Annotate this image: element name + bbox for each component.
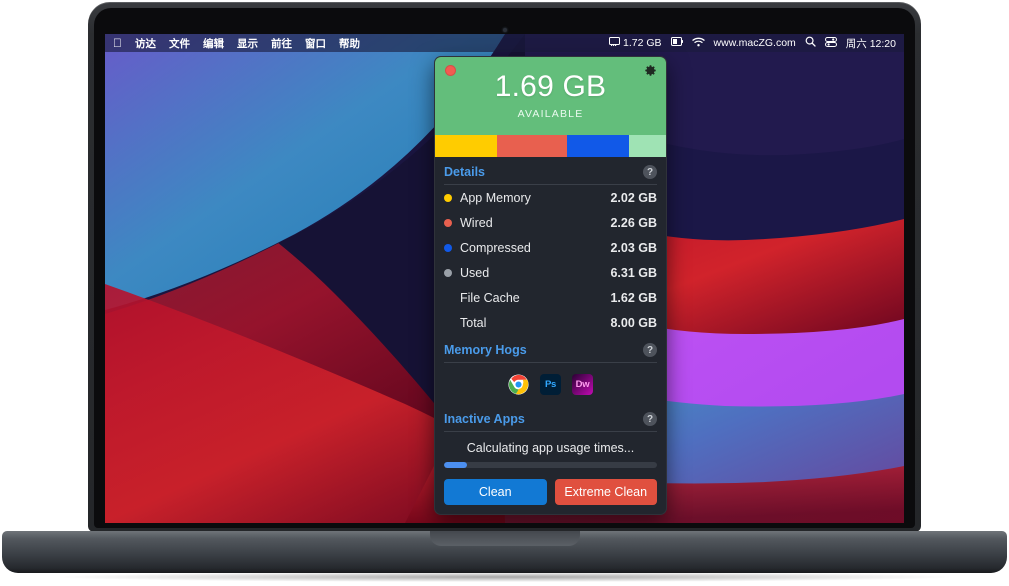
detail-row-value: 2.03 GB xyxy=(610,241,657,255)
menu-bar-clock[interactable]: 周六 12:20 xyxy=(846,36,896,51)
dreamweaver-icon[interactable]: Dw xyxy=(572,374,593,395)
extreme-clean-button[interactable]: Extreme Clean xyxy=(555,479,658,505)
detail-row-dot xyxy=(444,269,452,277)
detail-row-dot xyxy=(444,244,452,252)
memory-cleaner-panel: 1.69 GB AVAILABLE Details ? App Memory2.… xyxy=(434,56,667,515)
detail-row-label: App Memory xyxy=(460,191,610,205)
menu-item-view[interactable]: 显示 xyxy=(237,36,258,51)
battery-icon[interactable] xyxy=(671,37,683,49)
detail-row: App Memory2.02 GB xyxy=(444,185,657,210)
detail-row-value: 2.02 GB xyxy=(610,191,657,205)
inactive-apps-progress-bar xyxy=(444,462,657,468)
webcam-icon xyxy=(503,28,507,32)
menu-item-file[interactable]: 文件 xyxy=(169,36,190,51)
inactive-apps-section-header: Inactive Apps ? xyxy=(444,404,657,431)
segment-wired xyxy=(497,135,566,157)
menu-item-help[interactable]: 帮助 xyxy=(339,36,360,51)
inactive-apps-title: Inactive Apps xyxy=(444,412,525,426)
menu-extra-site[interactable]: www.macZG.com xyxy=(714,37,796,49)
memory-hogs-title: Memory Hogs xyxy=(444,343,527,357)
panel-body: Details ? App Memory2.02 GBWired2.26 GBC… xyxy=(435,157,666,514)
wifi-icon[interactable] xyxy=(692,37,705,50)
memory-menu-extra[interactable]: 1.72 GB xyxy=(609,37,662,49)
segment-compressed xyxy=(567,135,629,157)
details-help-icon[interactable]: ? xyxy=(643,165,657,179)
screenshot-stage: MacZG.com xyxy=(0,0,1009,586)
search-icon[interactable] xyxy=(805,36,816,50)
laptop-shadow xyxy=(60,572,949,582)
menu-item-edit[interactable]: 编辑 xyxy=(203,36,224,51)
memory-hogs-section-header: Memory Hogs ? xyxy=(444,335,657,362)
memory-hogs-help-icon[interactable]: ? xyxy=(643,343,657,357)
panel-actions: Clean Extreme Clean xyxy=(444,479,657,505)
available-memory-label: AVAILABLE xyxy=(518,108,584,120)
menu-item-finder[interactable]: 访达 xyxy=(135,36,156,51)
detail-row: Total8.00 GB xyxy=(444,310,657,335)
details-section-header: Details ? xyxy=(444,157,657,184)
memory-hogs-app-list: Ps Dw xyxy=(444,363,657,404)
detail-row-label: File Cache xyxy=(460,291,610,305)
apple-menu-icon[interactable]:  xyxy=(113,37,122,49)
detail-row-value: 1.62 GB xyxy=(610,291,657,305)
menu-bar:  访达 文件 编辑 显示 前往 窗口 帮助 1.72 GB xyxy=(105,34,904,52)
memory-segment-bar xyxy=(435,135,666,157)
segment-app-memory xyxy=(435,135,497,157)
available-memory-value: 1.69 GB xyxy=(495,72,606,102)
control-center-icon[interactable] xyxy=(825,37,837,50)
detail-row-label: Wired xyxy=(460,216,610,230)
details-title: Details xyxy=(444,165,485,179)
chrome-icon[interactable] xyxy=(508,374,529,395)
detail-row-dot xyxy=(444,219,452,227)
details-rows: App Memory2.02 GBWired2.26 GBCompressed2… xyxy=(444,185,657,335)
clean-button[interactable]: Clean xyxy=(444,479,547,505)
detail-row-value: 8.00 GB xyxy=(610,316,657,330)
detail-row-dot xyxy=(444,294,452,302)
laptop-base xyxy=(2,531,1007,573)
menu-item-window[interactable]: 窗口 xyxy=(305,36,326,51)
segment-free xyxy=(629,135,666,157)
panel-header: 1.69 GB AVAILABLE xyxy=(435,57,666,135)
laptop-base-notch xyxy=(430,531,580,546)
detail-row: Used6.31 GB xyxy=(444,260,657,285)
close-icon[interactable] xyxy=(445,65,456,76)
desktop-screen:  访达 文件 编辑 显示 前往 窗口 帮助 1.72 GB xyxy=(105,34,904,523)
detail-row-value: 2.26 GB xyxy=(610,216,657,230)
gear-icon[interactable] xyxy=(644,64,657,77)
detail-row-dot xyxy=(444,319,452,327)
inactive-apps-help-icon[interactable]: ? xyxy=(643,412,657,426)
photoshop-icon[interactable]: Ps xyxy=(540,374,561,395)
detail-row-label: Total xyxy=(460,316,610,330)
detail-row-value: 6.31 GB xyxy=(610,266,657,280)
detail-row: File Cache1.62 GB xyxy=(444,285,657,310)
detail-row-label: Used xyxy=(460,266,610,280)
detail-row: Compressed2.03 GB xyxy=(444,235,657,260)
detail-row: Wired2.26 GB xyxy=(444,210,657,235)
detail-row-label: Compressed xyxy=(460,241,610,255)
progress-fill xyxy=(444,462,467,468)
memory-monitor-icon xyxy=(609,37,620,49)
memory-menu-value: 1.72 GB xyxy=(623,37,662,49)
detail-row-dot xyxy=(444,194,452,202)
inactive-apps-status-text: Calculating app usage times... xyxy=(444,432,657,462)
menu-item-go[interactable]: 前往 xyxy=(271,36,292,51)
